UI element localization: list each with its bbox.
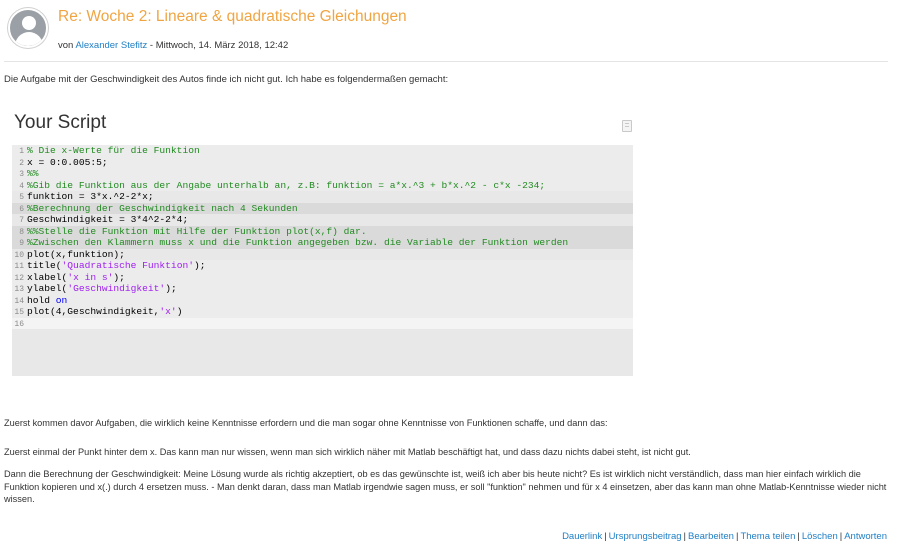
post-header: Re: Woche 2: Lineare & quadratische Glei… [8, 8, 888, 60]
code-token: 'x' [159, 306, 177, 317]
code-token: x = 0:0.005:5; [27, 156, 108, 168]
code-line: 11 title('Quadratische Funktion'); [12, 260, 633, 272]
code-line: 6 %Berechnung der Geschwindigkeit nach 4 … [12, 202, 633, 214]
code-line: 5 funktion = 3*x.^2-2*x; [12, 191, 633, 203]
body-paragraph-1: Zuerst kommen davor Aufgaben, die wirkli… [4, 418, 608, 428]
header-divider [4, 61, 888, 62]
code-line: 15 plot(4,Geschwindigkeit,'x') [12, 306, 633, 318]
code-token: 'Quadratische Funktion' [61, 260, 194, 271]
code-token: hold [27, 294, 56, 306]
action-link-löschen[interactable]: Löschen [802, 531, 838, 542]
code-line: 1% Die x-Werte für die Funktion [12, 145, 633, 157]
code-token: %% [27, 168, 39, 179]
code-token: title( [27, 260, 62, 271]
code-token: % Die x-Werte für die Funktion [27, 145, 200, 156]
code-token: 'x in s' [67, 271, 114, 283]
line-number: 16 [14, 319, 24, 329]
code-token: funktion = 3*x.^2-2*x; [27, 191, 154, 202]
code-line: 4 %Gib die Funktion aus der Angabe unterh… [12, 179, 633, 191]
body-paragraph-2: Zuerst einmal der Punkt hinter dem x. Da… [4, 447, 691, 457]
code-token: %Gib die Funktion aus der Angabe unterha… [27, 179, 546, 191]
post-title: Re: Woche 2: Lineare & quadratische Glei… [58, 8, 407, 25]
code-token: %%Stelle die Funktion mit Hilfe der Funk… [27, 225, 367, 237]
author-link[interactable]: Alexander Stefitz [75, 40, 147, 51]
code-token: %Zwischen den Klammern muss x und die Fu… [27, 237, 569, 248]
avatar[interactable] [8, 8, 48, 48]
action-link-antworten[interactable]: Antworten [844, 531, 887, 542]
code-token: Geschwindigkeit = 3*4^2-2*4; [27, 214, 189, 225]
code-line: 12 xlabel('x in s'); [12, 271, 633, 283]
avatar-body [15, 32, 43, 46]
code-token: on [55, 294, 68, 306]
copy-icon[interactable] [622, 120, 632, 132]
avatar-head [22, 16, 36, 30]
code-token: %Berechnung der Geschwindigkeit nach 4 S… [27, 202, 298, 214]
action-link-bearbeiten[interactable]: Bearbeiten [688, 531, 734, 542]
code-token: ylabel( [27, 283, 68, 294]
code-token: ); [165, 283, 177, 294]
code-line: 16 [12, 317, 633, 329]
code-line: 14 hold on [12, 294, 633, 306]
body-paragraph-3: Dann die Berechnung der Geschwindigkeit:… [4, 469, 887, 504]
code-line: 10 plot(x,funktion); [12, 249, 633, 261]
code-token: ); [113, 271, 125, 283]
code-line: 3%% [12, 168, 633, 180]
byline-prefix: von [58, 40, 76, 51]
code-line: 8 %%Stelle die Funktion mit Hilfe der Fun… [12, 225, 633, 237]
post-actions: Dauerlink | Ursprungsbeitrag | Bearbeiten | Th… [562, 531, 887, 542]
code-token: 'Geschwindigkeit' [67, 283, 166, 294]
code-token: ) [176, 306, 183, 317]
action-link-thema-teilen[interactable]: Thema teilen [740, 531, 795, 542]
code-line: 13 ylabel('Geschwindigkeit'); [12, 283, 633, 295]
post-byline: von Alexander Stefitz - Mittwoch, 14. Mä… [58, 40, 288, 51]
code-block: 1% Die x-Werte für die Funktion 2 x = 0:0.… [12, 145, 633, 376]
script-box: Your Script 1% Die x-Werte für die Funkt… [6, 103, 633, 376]
script-title: Your Script [14, 112, 107, 133]
action-link-ursprungsbeitrag[interactable]: Ursprungsbeitrag [609, 531, 682, 542]
code-line: 2x = 0:0.005:5; [12, 156, 633, 168]
code-token: xlabel( [27, 271, 68, 283]
post-date: - Mittwoch, 14. März 2018, 12:42 [147, 40, 289, 51]
post-intro: Die Aufgabe mit der Geschwindigkeit des … [4, 74, 449, 85]
action-link-dauerlink[interactable]: Dauerlink [562, 531, 602, 542]
code-line: 7 Geschwindigkeit = 3*4^2-2*4; [12, 214, 633, 226]
code-token: plot(4,Geschwindigkeit, [27, 306, 160, 317]
code-line: 9 %Zwischen den Klammern muss x und die F… [12, 237, 633, 249]
code-token: ); [193, 260, 206, 271]
code-token: plot(x,funktion); [27, 248, 125, 260]
